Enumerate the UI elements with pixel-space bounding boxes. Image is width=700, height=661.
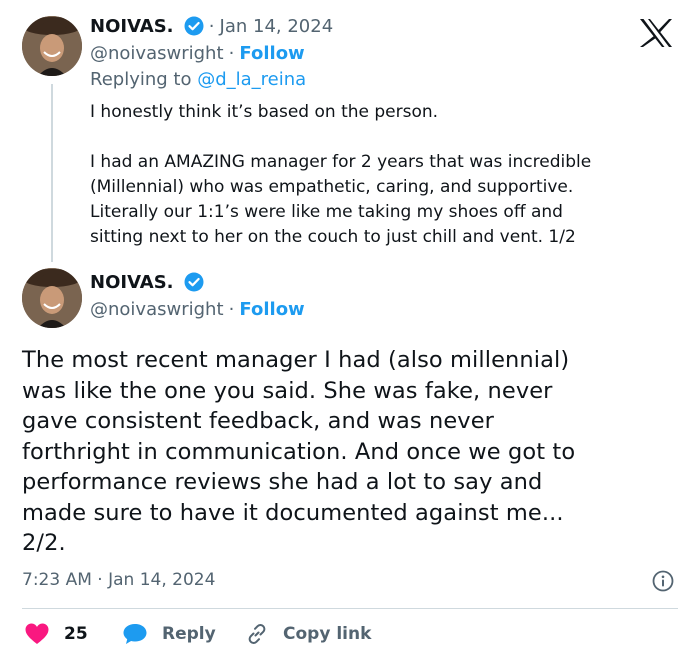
link-icon — [245, 622, 269, 646]
main-tweet-text: The most recent manager I had (also mill… — [22, 347, 576, 556]
reply-label: Reply — [162, 624, 216, 644]
replying-to-handle[interactable]: @d_la_reina — [197, 69, 306, 90]
separator-dot: · — [228, 43, 235, 64]
verified-badge-icon — [184, 272, 204, 292]
separator-dot: · — [228, 299, 235, 320]
copy-link-label: Copy link — [283, 624, 372, 644]
verified-badge-icon — [184, 16, 204, 36]
like-count: 25 — [64, 624, 88, 644]
reply-tweet-text: I honestly think it’s based on the perso… — [90, 102, 592, 247]
avatar[interactable] — [22, 268, 82, 328]
tweet-date[interactable]: Jan 14, 2024 — [220, 16, 334, 37]
user-handle[interactable]: @noivaswright — [90, 299, 224, 320]
avatar[interactable] — [22, 16, 82, 76]
main-header: NOIVAS. — [90, 272, 204, 293]
handle-row: @noivaswright · Follow — [90, 43, 305, 64]
reply-button[interactable]: Reply — [122, 622, 216, 646]
handle-row: @noivaswright · Follow — [90, 299, 305, 320]
like-button[interactable]: 25 — [24, 622, 88, 646]
copy-link-button[interactable]: Copy link — [245, 622, 371, 646]
follow-button[interactable]: Follow — [239, 43, 304, 64]
info-icon[interactable] — [652, 570, 674, 592]
replying-to-line: Replying to @d_la_reina — [90, 69, 306, 90]
heart-icon — [24, 622, 50, 646]
thread-line — [51, 84, 53, 262]
separator-dot: · — [208, 16, 215, 37]
reply-bubble-icon — [122, 622, 148, 646]
reply-header: NOIVAS. · Jan 14, 2024 — [90, 16, 333, 37]
follow-button[interactable]: Follow — [239, 299, 304, 320]
tweet-timestamp[interactable]: 7:23 AM · Jan 14, 2024 — [22, 570, 215, 590]
user-handle[interactable]: @noivaswright — [90, 43, 224, 64]
divider — [22, 608, 678, 609]
x-logo-icon[interactable] — [638, 18, 674, 48]
display-name[interactable]: NOIVAS. — [90, 272, 174, 293]
display-name[interactable]: NOIVAS. — [90, 16, 174, 37]
replying-prefix: Replying to — [90, 69, 192, 90]
